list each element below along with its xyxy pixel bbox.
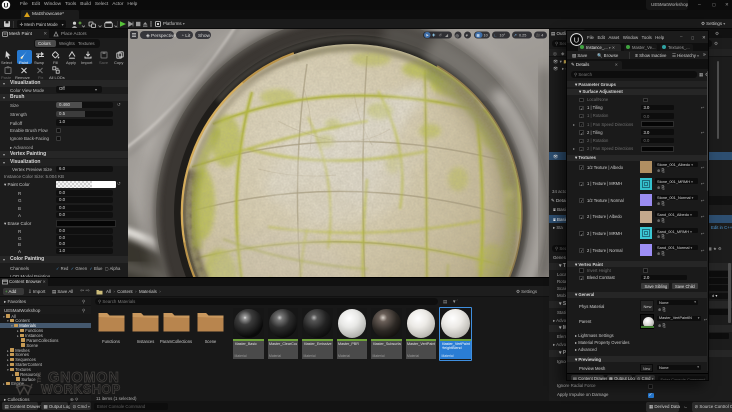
svg-text:▦: ▦ xyxy=(477,34,481,38)
svg-text:◈ Perspective: ◈ Perspective xyxy=(146,33,176,39)
svg-text:🎥 4: 🎥 4 xyxy=(536,33,544,38)
svg-text:↗: ↗ xyxy=(514,34,517,38)
svg-text:10: 10 xyxy=(484,34,488,38)
svg-text:U: U xyxy=(4,2,9,9)
svg-text:∟: ∟ xyxy=(494,34,498,38)
svg-text:◎: ◎ xyxy=(456,33,460,38)
svg-text:Show: Show xyxy=(198,33,211,39)
svg-text:10°: 10° xyxy=(500,34,506,38)
svg-text:◔ Lit: ◔ Lit xyxy=(181,33,191,39)
svg-text:0.25: 0.25 xyxy=(519,34,526,38)
svg-text:⚘: ⚘ xyxy=(465,33,469,38)
svg-text:U: U xyxy=(574,35,579,44)
